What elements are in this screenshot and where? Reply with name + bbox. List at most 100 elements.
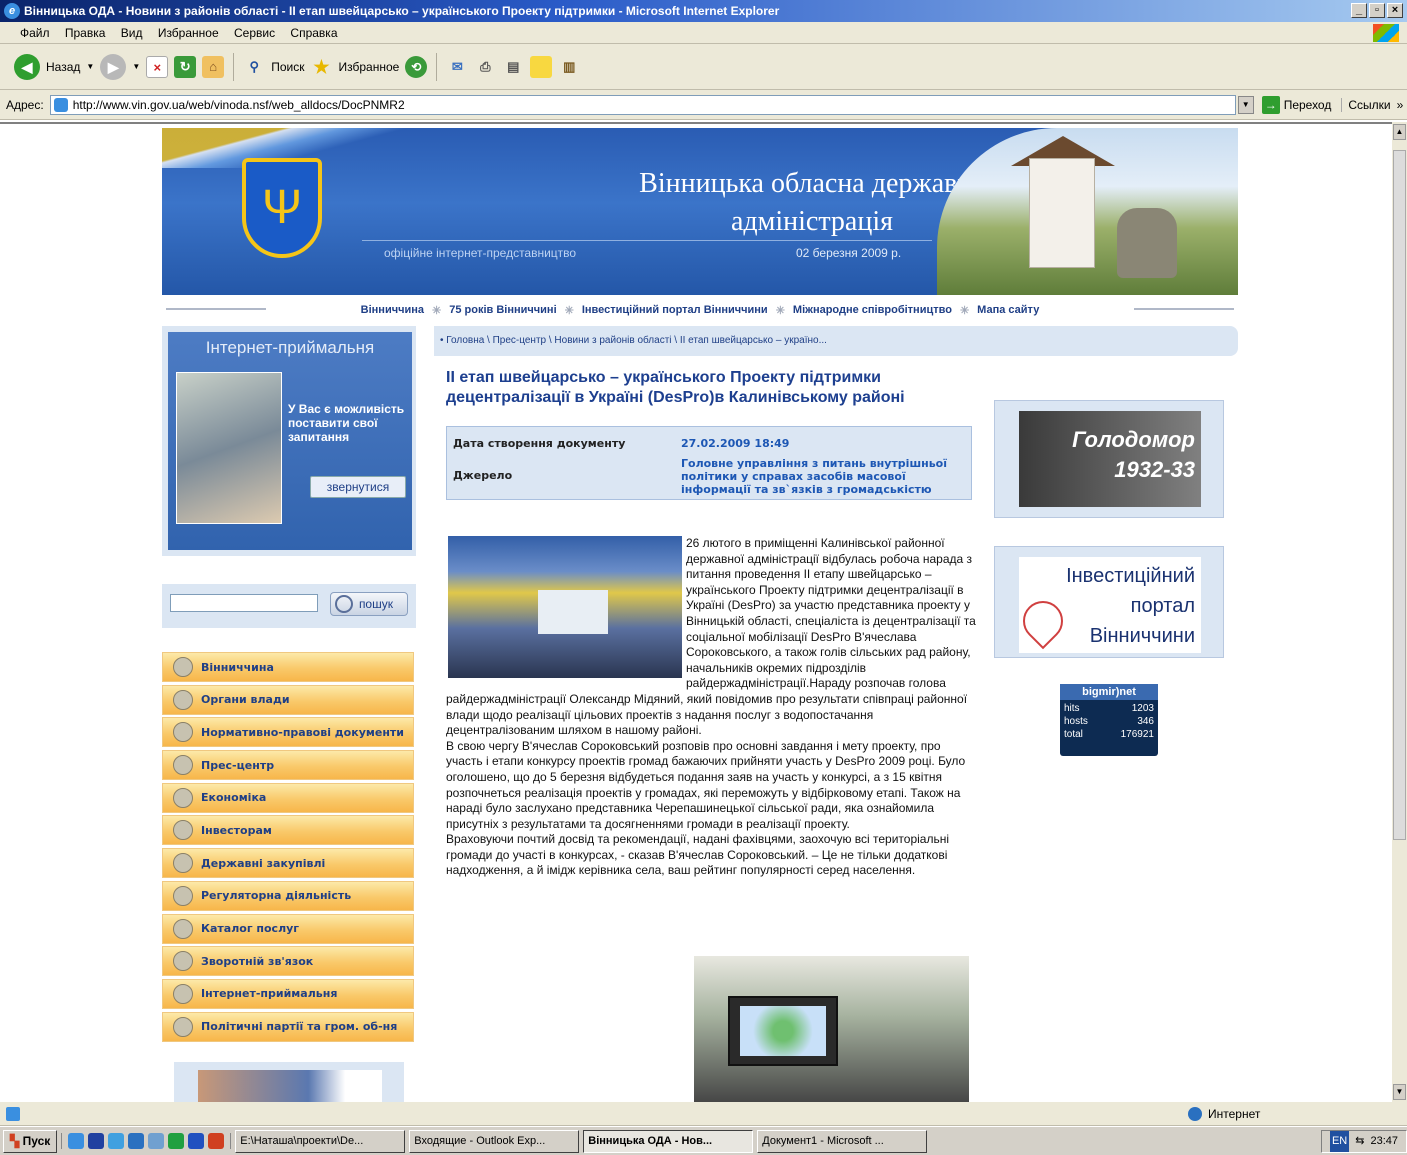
close-button[interactable]: × [1387, 3, 1403, 18]
people-icon [173, 1016, 193, 1037]
address-label: Адрес: [6, 97, 44, 112]
vertical-scrollbar[interactable]: ▲ ▼ [1392, 122, 1407, 1102]
sidebar-item-label: Політичні партії та гром. об-ня [201, 1020, 398, 1034]
favorites-star-icon[interactable]: ★ [311, 56, 333, 78]
back-arrow-icon[interactable]: ◀ [14, 53, 40, 80]
task-explorer[interactable]: E:\Наташа\проекти\De... [235, 1129, 406, 1153]
forward-arrow-icon[interactable]: ▶ [100, 53, 127, 80]
history-icon[interactable]: ⟲ [405, 55, 428, 78]
article-paragraph: В свою чергу В'ячеслав Сороковський розп… [446, 738, 966, 831]
mail-icon[interactable]: ✉ [446, 56, 468, 78]
menu-edit[interactable]: Правка [65, 26, 106, 40]
sidebar-item-economy[interactable]: Економіка [162, 782, 414, 813]
nav-75-years[interactable]: 75 років Вінниччині [449, 304, 556, 316]
menu-favorites[interactable]: Избранное [158, 26, 219, 40]
presentation-screen [728, 996, 838, 1066]
nav-sitemap[interactable]: Мапа сайту [977, 304, 1039, 316]
start-label: Пуск [22, 1133, 51, 1148]
home-icon[interactable]: ⌂ [202, 55, 225, 78]
sidebar-item-authorities[interactable]: Органи влади [162, 684, 414, 715]
sidebar-item-feedback[interactable]: Зворотній зв'язок [162, 946, 414, 977]
sidebar-item-label: Державні закупівлі [201, 856, 326, 870]
header-photo [937, 128, 1238, 295]
sidebar-item-internet-reception[interactable]: Інтернет-приймальня [162, 978, 414, 1009]
forward-dropdown-icon[interactable]: ▼ [132, 62, 140, 71]
app2-quicklaunch-icon[interactable] [208, 1133, 225, 1149]
links-chevron-icon[interactable]: » [1397, 98, 1404, 112]
maximize-button[interactable]: ▫ [1369, 3, 1385, 18]
nav-invest-portal[interactable]: Інвестиційний портал Вінниччини [582, 304, 768, 316]
address-input[interactable]: http://www.vin.gov.ua/web/vinoda.nsf/web… [49, 94, 1236, 115]
search-button[interactable]: пошук [330, 592, 408, 616]
notes-icon[interactable] [530, 55, 553, 78]
task-outlook[interactable]: Входящие - Outlook Exp... [409, 1129, 580, 1153]
ie-quicklaunch-icon[interactable] [68, 1133, 85, 1149]
internet-reception-box: Інтернет-приймальня У Вас є можливість п… [162, 326, 416, 556]
scroll-thumb[interactable] [1393, 150, 1406, 840]
sidebar-item-services-catalog[interactable]: Каталог послуг [162, 913, 414, 944]
nav-international[interactable]: Міжнародне співробітництво [793, 304, 952, 316]
window-titlebar: e Вінницька ОДА - Новини з районів облас… [0, 0, 1407, 22]
clock[interactable]: 23:47 [1370, 1131, 1398, 1152]
catalog-icon [173, 918, 193, 939]
desktop-quicklaunch-icon[interactable] [108, 1133, 125, 1149]
menu-bar: Файл Правка Вид Избранное Сервис Справка [0, 22, 1407, 44]
back-button-label[interactable]: Назад [46, 60, 80, 74]
scroll-up-icon[interactable]: ▲ [1393, 124, 1406, 140]
tray-network-icon[interactable]: ⇆ [1355, 1131, 1364, 1152]
excel-quicklaunch-icon[interactable] [168, 1133, 185, 1149]
save-quicklaunch-icon[interactable] [88, 1133, 105, 1149]
links-button[interactable]: Ссылки [1341, 97, 1391, 112]
start-button[interactable]: ▚ Пуск [3, 1129, 58, 1153]
favorites-button-label[interactable]: Избранное [339, 60, 400, 74]
status-bar: Интернет [0, 1102, 1407, 1126]
minimize-button[interactable]: _ [1351, 3, 1367, 18]
sidebar-item-regulatory[interactable]: Регуляторна діяльність [162, 880, 414, 911]
toolbar-separator [436, 52, 438, 81]
stop-icon[interactable]: × [146, 55, 169, 78]
search-button-label[interactable]: Поиск [271, 60, 304, 74]
back-dropdown-icon[interactable]: ▼ [86, 62, 94, 71]
refresh-icon[interactable]: ↻ [174, 55, 197, 78]
sidebar-banner[interactable] [174, 1061, 404, 1102]
address-url[interactable]: http://www.vin.gov.ua/web/vinoda.nsf/web… [73, 98, 405, 112]
language-indicator[interactable]: EN [1329, 1130, 1350, 1152]
word-quicklaunch-icon[interactable] [188, 1133, 205, 1149]
tower [1029, 158, 1095, 268]
sidebar-item-legal-docs[interactable]: Нормативно-правові документи [162, 717, 414, 748]
menu-help[interactable]: Справка [290, 26, 337, 40]
address-dropdown-icon[interactable]: ▼ [1237, 95, 1254, 114]
sidebar-item-investors[interactable]: Інвесторам [162, 815, 414, 846]
menu-tools[interactable]: Сервис [234, 26, 275, 40]
holodomor-banner[interactable]: Голодомор 1932-33 [994, 400, 1224, 518]
sidebar-item-label: Економіка [201, 791, 267, 805]
sidebar-item-label: Регуляторна діяльність [201, 889, 352, 903]
sidebar-item-vinnychchyna[interactable]: Вінниччина [162, 652, 414, 682]
search-icon[interactable]: ⚲ [243, 56, 265, 78]
source-value[interactable]: Головне управління з питань внутрішньої … [681, 457, 961, 496]
go-button[interactable]: → Переход [1261, 95, 1331, 114]
app-quicklaunch-icon[interactable] [148, 1133, 165, 1149]
sidebar-item-procurement[interactable]: Державні закупівлі [162, 848, 414, 879]
magnifier-icon [335, 595, 353, 613]
sidebar-item-political-parties[interactable]: Політичні партії та гром. об-ня [162, 1011, 414, 1042]
browser-quicklaunch-icon[interactable] [128, 1133, 145, 1149]
sidebar-item-press-center[interactable]: Прес-центр [162, 750, 414, 781]
search-input[interactable] [170, 594, 318, 612]
invest-portal-banner[interactable]: Інвестиційний портал Вінниччини [994, 546, 1224, 658]
breadcrumb[interactable]: • Головна \ Прес-центр \ Новини з районі… [434, 326, 1238, 356]
menu-file[interactable]: Файл [20, 26, 50, 40]
menu-view[interactable]: Вид [121, 26, 143, 40]
research-icon[interactable]: ▥ [558, 56, 580, 78]
task-ie-active[interactable]: Вінницька ОДА - Нов... [583, 1129, 754, 1153]
scroll-down-icon[interactable]: ▼ [1393, 1084, 1406, 1100]
toolbar-separator [233, 52, 235, 81]
edit-icon[interactable]: ▤ [502, 56, 524, 78]
nav-vinnychchyna[interactable]: Вінниччина [361, 304, 424, 316]
counter-total-label: total [1064, 729, 1083, 740]
task-word[interactable]: Документ1 - Microsoft ... [757, 1129, 928, 1153]
nav-separator-icon: ✳ [959, 304, 970, 317]
reception-button[interactable]: звернутися [310, 476, 406, 498]
bigmir-counter[interactable]: bigmir)net hits 1203 hosts 346 total 176921 [1060, 684, 1158, 756]
print-icon[interactable]: ⎙ [474, 56, 496, 78]
